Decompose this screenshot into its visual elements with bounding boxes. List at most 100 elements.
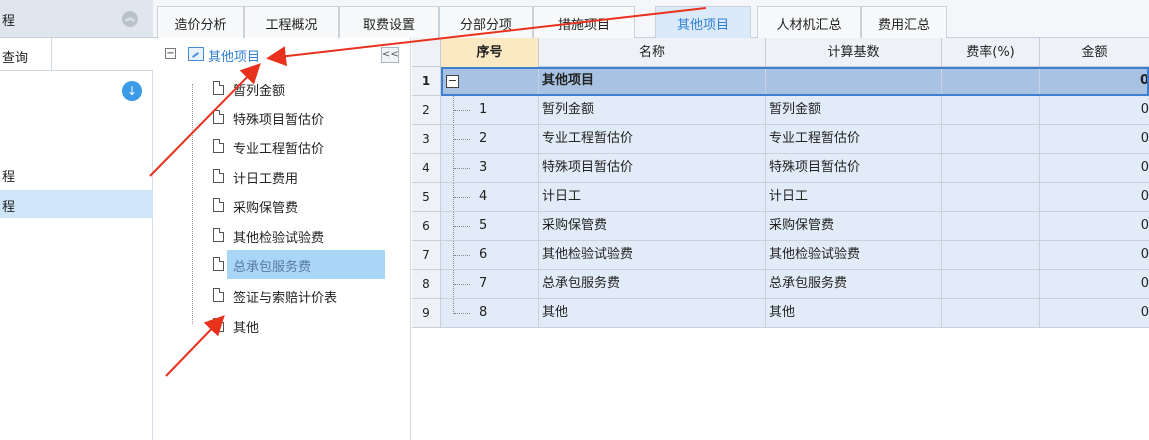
document-icon — [213, 198, 224, 212]
name-cell[interactable]: 暂列金额 — [539, 96, 766, 125]
tab-other-items[interactable]: 其他项目 — [655, 6, 751, 38]
table-row[interactable]: 3 2 专业工程暂估价 专业工程暂估价 0 — [412, 125, 1149, 154]
amount-cell[interactable]: 0 — [1040, 241, 1149, 270]
row-number: 1 — [412, 67, 441, 96]
row-number: 6 — [412, 212, 441, 241]
seq-value: 3 — [479, 160, 488, 175]
seq-value: 2 — [479, 131, 488, 146]
header-base[interactable]: 计算基数 — [766, 38, 942, 67]
table-row[interactable]: 1 − 其他项目 0 — [412, 67, 1149, 96]
tree-item-label: 签证与索赔计价表 — [233, 291, 338, 306]
document-icon — [213, 318, 224, 332]
tab-fee-summary[interactable]: 费用汇总 — [861, 6, 947, 38]
amount-cell[interactable]: 0 — [1040, 270, 1149, 299]
table-row[interactable]: 8 7 总承包服务费 总承包服务费 0 — [412, 270, 1149, 299]
table-row[interactable]: 2 1 暂列金额 暂列金额 0 — [412, 96, 1149, 125]
rate-cell[interactable] — [942, 212, 1040, 241]
seq-value: 4 — [479, 189, 488, 204]
collapse-minus-icon[interactable]: − — [165, 48, 176, 59]
row-number: 8 — [412, 270, 441, 299]
rate-cell[interactable] — [942, 241, 1040, 270]
collapse-up-icon[interactable]: ︽ — [122, 11, 138, 27]
base-cell[interactable]: 采购保管费 — [766, 212, 942, 241]
table-row[interactable]: 4 3 特殊项目暂估价 特殊项目暂估价 0 — [412, 154, 1149, 183]
table-row[interactable]: 5 4 计日工 计日工 0 — [412, 183, 1149, 212]
rate-cell[interactable] — [942, 67, 1040, 96]
rate-cell[interactable] — [942, 183, 1040, 212]
seq-cell[interactable]: 2 — [441, 125, 539, 154]
seq-value: 6 — [479, 247, 488, 262]
amount-cell[interactable]: 0 — [1040, 96, 1149, 125]
table-row[interactable]: 7 6 其他检验试验费 其他检验试验费 0 — [412, 241, 1149, 270]
tab-labor-material-summary[interactable]: 人材机汇总 — [757, 6, 861, 38]
name-cell[interactable]: 采购保管费 — [539, 212, 766, 241]
name-cell[interactable]: 其他项目 — [539, 67, 766, 96]
rate-cell[interactable] — [942, 125, 1040, 154]
table-row[interactable]: 9 8 其他 其他 0 — [412, 299, 1149, 328]
tree-item-label: 采购保管费 — [233, 201, 299, 216]
tab-cost-analysis[interactable]: 造价分析 — [157, 6, 244, 38]
rate-cell[interactable] — [942, 270, 1040, 299]
seq-value: 8 — [479, 305, 488, 320]
tab-fee-settings[interactable]: 取费设置 — [339, 6, 439, 38]
name-cell[interactable]: 计日工 — [539, 183, 766, 212]
base-cell[interactable]: 其他 — [766, 299, 942, 328]
base-cell[interactable]: 其他检验试验费 — [766, 241, 942, 270]
amount-cell[interactable]: 0 — [1040, 154, 1149, 183]
name-cell[interactable]: 特殊项目暂估价 — [539, 154, 766, 183]
header-amount[interactable]: 金额 — [1040, 38, 1149, 67]
base-cell[interactable]: 专业工程暂估价 — [766, 125, 942, 154]
seq-cell[interactable]: 7 — [441, 270, 539, 299]
left-panel: 程 ︽ 查询 ↓ 程 程 — [0, 0, 153, 440]
name-cell[interactable]: 其他 — [539, 299, 766, 328]
row-number: 3 — [412, 125, 441, 154]
base-cell[interactable] — [766, 67, 942, 96]
seq-cell[interactable]: 8 — [441, 299, 539, 328]
document-icon — [213, 257, 224, 271]
left-list-item-selected[interactable]: 程 — [0, 190, 153, 218]
tab-sub-items[interactable]: 分部分项 — [439, 6, 533, 38]
seq-cell[interactable]: 4 — [441, 183, 539, 212]
seq-cell[interactable]: 5 — [441, 212, 539, 241]
rate-cell[interactable] — [942, 154, 1040, 183]
header-name[interactable]: 名称 — [539, 38, 766, 67]
amount-cell[interactable]: 0 — [1040, 125, 1149, 154]
seq-value: 1 — [479, 102, 488, 117]
seq-cell[interactable]: 6 — [441, 241, 539, 270]
tree-item-label: 暂列金额 — [233, 84, 286, 99]
base-cell[interactable]: 暂列金额 — [766, 96, 942, 125]
amount-cell[interactable]: 0 — [1040, 183, 1149, 212]
base-cell[interactable]: 计日工 — [766, 183, 942, 212]
base-cell[interactable]: 特殊项目暂估价 — [766, 154, 942, 183]
row-number: 5 — [412, 183, 441, 212]
tree-item-label: 其他 — [233, 321, 260, 336]
base-cell[interactable]: 总承包服务费 — [766, 270, 942, 299]
rate-cell[interactable] — [942, 299, 1040, 328]
amount-cell[interactable]: 0 — [1040, 67, 1149, 96]
amount-cell[interactable]: 0 — [1040, 212, 1149, 241]
row-number: 2 — [412, 96, 441, 125]
tree-item-label: 特殊项目暂估价 — [233, 113, 325, 128]
query-tab[interactable]: 查询 — [0, 38, 52, 71]
amount-cell[interactable]: 0 — [1040, 299, 1149, 328]
left-list-item[interactable]: 程 — [0, 160, 153, 188]
collapse-minus-icon[interactable]: − — [446, 75, 459, 88]
name-cell[interactable]: 总承包服务费 — [539, 270, 766, 299]
header-seq[interactable]: 序号 — [441, 38, 539, 67]
table-row[interactable]: 6 5 采购保管费 采购保管费 0 — [412, 212, 1149, 241]
name-cell[interactable]: 其他检验试验费 — [539, 241, 766, 270]
header-rate[interactable]: 费率(%) — [942, 38, 1040, 67]
tab-project-overview[interactable]: 工程概况 — [244, 6, 339, 38]
collapse-panel-button[interactable]: << — [381, 47, 399, 63]
row-number: 4 — [412, 154, 441, 183]
download-icon[interactable]: ↓ — [122, 81, 142, 101]
seq-cell[interactable]: − — [441, 67, 539, 96]
document-icon — [213, 228, 224, 242]
document-icon — [213, 110, 224, 124]
seq-cell[interactable]: 3 — [441, 154, 539, 183]
name-cell[interactable]: 专业工程暂估价 — [539, 125, 766, 154]
row-number: 9 — [412, 299, 441, 328]
rate-cell[interactable] — [942, 96, 1040, 125]
seq-cell[interactable]: 1 — [441, 96, 539, 125]
tab-measure-items[interactable]: 措施项目 — [533, 6, 635, 38]
